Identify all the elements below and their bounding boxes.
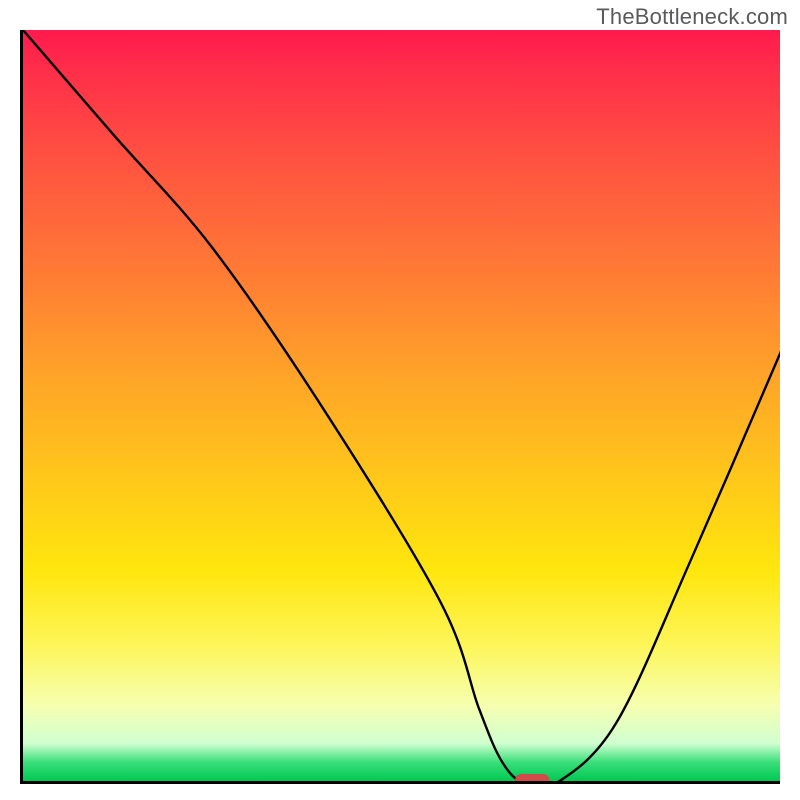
curve-layer [23, 30, 780, 784]
optimum-marker [515, 774, 549, 784]
watermark-text: TheBottleneck.com [596, 4, 788, 30]
chart-container: TheBottleneck.com [0, 0, 800, 800]
data-curve [23, 30, 780, 784]
plot-area [20, 30, 780, 784]
